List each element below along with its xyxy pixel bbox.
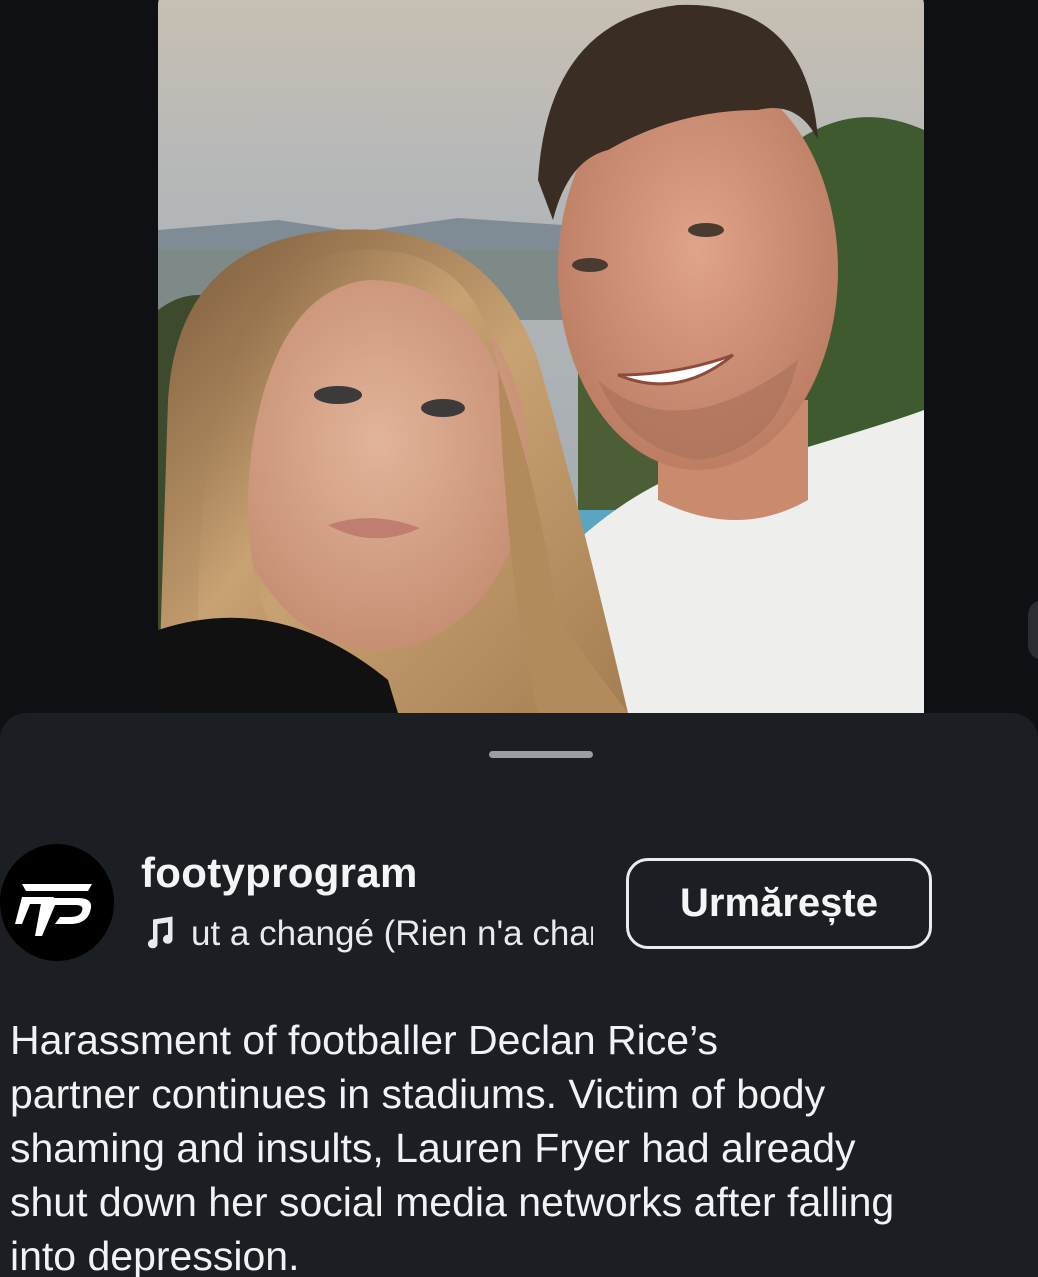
avatar[interactable] (0, 844, 114, 961)
username[interactable]: footyprogram (141, 849, 418, 897)
caption-line: shaming and insults, Lauren Fryer had al… (10, 1125, 856, 1171)
side-scroll-indicator (1028, 600, 1038, 660)
caption-line: partner continues in stadiums. Victim of… (10, 1071, 826, 1117)
audio-track-name: ut a changé (Rien n'a changé) (191, 914, 593, 953)
caption-line: Harassment of footballer Declan Rice’s (10, 1017, 718, 1063)
audio-track-row[interactable]: ut a changé (Rien n'a changé) (141, 914, 593, 960)
fp-logo-icon (0, 845, 114, 959)
post-caption: Harassment of footballer Declan Rice’s p… (10, 1013, 1038, 1277)
post-details-sheet: footyprogram ut a changé (Rien n'a chang… (0, 713, 1038, 1277)
post-photo[interactable] (158, 0, 924, 713)
music-note-icon (147, 916, 173, 949)
selfie-image (158, 0, 924, 713)
reel-viewer: footyprogram ut a changé (Rien n'a chang… (0, 0, 1038, 1277)
caption-line: shut down her social media networks afte… (10, 1179, 895, 1225)
sheet-drag-handle[interactable] (489, 751, 593, 758)
follow-button[interactable]: Urmărește (626, 858, 932, 949)
caption-line: into depression. (10, 1233, 300, 1277)
